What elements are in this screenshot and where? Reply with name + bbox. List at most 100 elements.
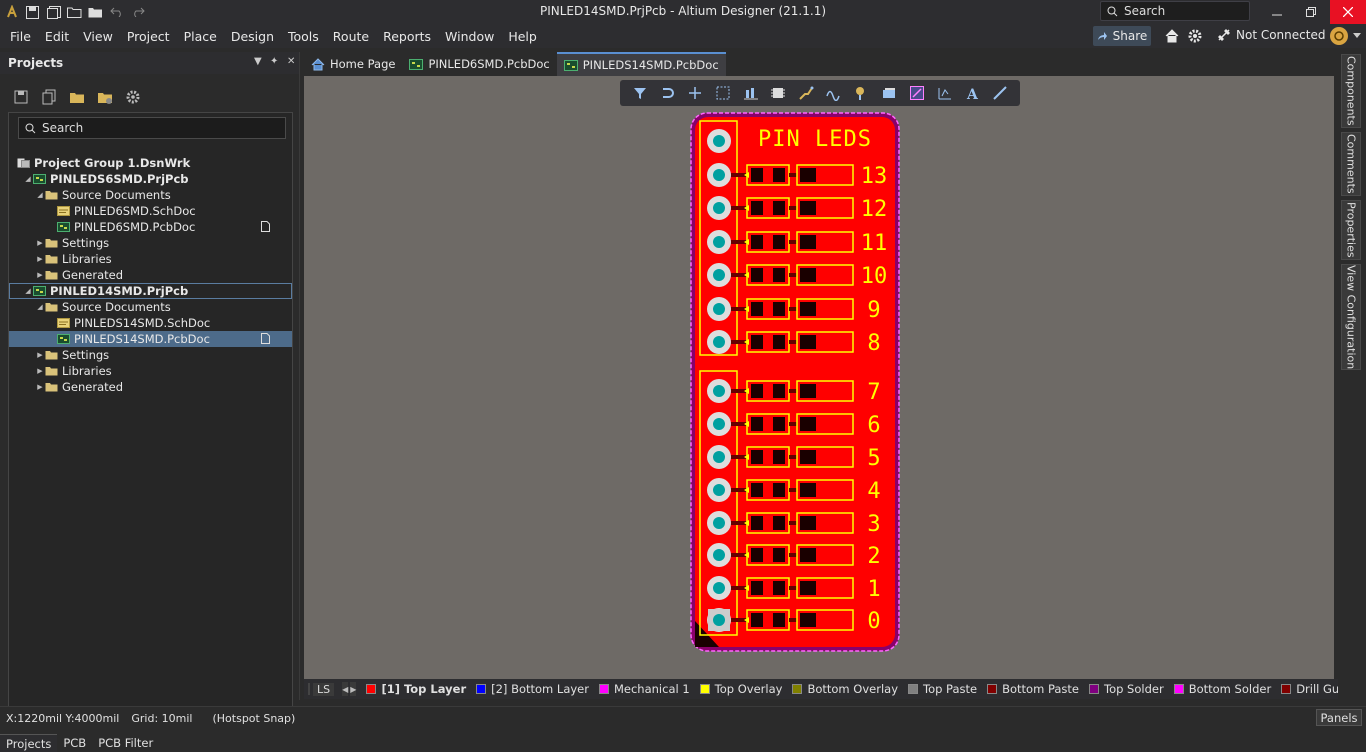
tab-pinled6smd-pcbdoc[interactable]: PINLED6SMD.PcbDoc (402, 52, 557, 76)
comments-panel-tab[interactable]: Comments (1341, 132, 1361, 196)
save-project-icon[interactable] (12, 88, 30, 106)
collapsed-arrow-icon[interactable]: ▶ (35, 239, 45, 247)
gear-icon[interactable] (1187, 28, 1203, 44)
collapsed-arrow-icon[interactable]: ▶ (35, 351, 45, 359)
collapsed-arrow-icon[interactable]: ▶ (35, 271, 45, 279)
snap-magnet-icon[interactable] (660, 85, 676, 101)
layer-tab-bottom-overlay[interactable]: Bottom Overlay (792, 682, 898, 696)
via-icon[interactable] (853, 85, 869, 101)
pin-icon[interactable]: ✦ (270, 56, 282, 68)
tab-projects[interactable]: Projects (0, 734, 58, 752)
projects-search-input[interactable]: Search (18, 117, 286, 139)
open-project-icon[interactable] (88, 5, 103, 20)
view-configuration-panel-tab[interactable]: View Configuration (1341, 264, 1361, 370)
crosshair-icon[interactable] (687, 85, 703, 101)
save-all-icon[interactable] (46, 5, 61, 20)
layer-tab-2-bottom-layer[interactable]: [2] Bottom Layer (476, 682, 589, 696)
polygon-icon[interactable] (881, 85, 897, 101)
collapsed-arrow-icon[interactable]: ▶ (35, 255, 45, 263)
layer-tab-top-overlay[interactable]: Top Overlay (699, 682, 782, 696)
undo-icon[interactable] (109, 5, 124, 20)
pcb-canvas[interactable]: A PIN LEDS 13 12 11 10 9 8 7 6 5 4 3 2 1 0 (304, 76, 1334, 679)
collapsed-arrow-icon[interactable]: ▶ (35, 367, 45, 375)
open-folder-icon[interactable] (68, 88, 86, 106)
menu-reports[interactable]: Reports (376, 29, 438, 44)
menu-window[interactable]: Window (438, 29, 501, 44)
chevron-down-icon[interactable] (1353, 33, 1361, 39)
collapsed-arrow-icon[interactable]: ▶ (35, 383, 45, 391)
tree-item-pinled6smd-schdoc[interactable]: PINLED6SMD.SchDoc (9, 203, 292, 219)
menu-help[interactable]: Help (501, 29, 544, 44)
expanded-arrow-icon[interactable]: ◢ (23, 175, 33, 183)
components-panel-tab[interactable]: Components (1341, 54, 1361, 128)
menu-edit[interactable]: Edit (38, 29, 76, 44)
redo-icon[interactable] (130, 5, 145, 20)
menu-view[interactable]: View (76, 29, 120, 44)
tree-item-pinleds14smd-pcbdoc[interactable]: PINLEDS14SMD.PcbDoc (9, 331, 292, 347)
align-icon[interactable] (743, 85, 759, 101)
layer-prev-icon[interactable]: ◀ (342, 682, 349, 696)
keepout-icon[interactable] (909, 85, 925, 101)
layer-set-button[interactable]: LS (313, 682, 335, 696)
route-icon[interactable] (798, 85, 814, 101)
dimension-icon[interactable] (937, 85, 953, 101)
tab-pinleds14smd-pcbdoc[interactable]: PINLEDS14SMD.PcbDoc (556, 52, 726, 76)
layer-tab-mechanical-1[interactable]: Mechanical 1 (598, 682, 690, 696)
expanded-arrow-icon[interactable]: ◢ (35, 191, 45, 199)
layer-tab-drill-gui[interactable]: Drill Gui (1281, 682, 1342, 696)
menu-place[interactable]: Place (177, 29, 224, 44)
tab-pcb-filter[interactable]: PCB Filter (92, 734, 159, 752)
layer-tab-bottom-solder[interactable]: Bottom Solder (1173, 682, 1271, 696)
tree-item-generated[interactable]: ▶ Generated (9, 379, 292, 395)
line-icon[interactable] (992, 85, 1008, 101)
tree-item-settings[interactable]: ▶ Settings (9, 347, 292, 363)
expanded-arrow-icon[interactable]: ◢ (35, 303, 45, 311)
panels-button[interactable]: Panels (1316, 709, 1362, 726)
gear-icon[interactable] (124, 88, 142, 106)
component-icon[interactable] (770, 85, 786, 101)
home-icon[interactable] (1164, 28, 1180, 44)
tab-pcb[interactable]: PCB (57, 734, 92, 752)
folder-settings-icon[interactable] (96, 88, 114, 106)
tree-item-generated[interactable]: ▶ Generated (9, 267, 292, 283)
properties-panel-tab[interactable]: Properties (1341, 200, 1361, 260)
layer-tab-top-solder[interactable]: Top Solder (1089, 682, 1164, 696)
menu-file[interactable]: File (0, 29, 38, 44)
pcb-board[interactable]: PIN LEDS 131211109876543210 (689, 111, 901, 653)
expanded-arrow-icon[interactable]: ◢ (23, 287, 33, 295)
open-folder-icon[interactable] (67, 5, 82, 20)
connection-status[interactable]: Not Connected (1217, 28, 1325, 42)
text-icon[interactable]: A (964, 85, 980, 101)
panel-close-icon[interactable]: ✕ (287, 56, 299, 68)
share-button[interactable]: Share (1093, 26, 1151, 46)
tree-item-libraries[interactable]: ▶ Libraries (9, 251, 292, 267)
tree-item-settings[interactable]: ▶ Settings (9, 235, 292, 251)
menu-route[interactable]: Route (326, 29, 376, 44)
filter-icon[interactable] (632, 85, 648, 101)
save-icon[interactable] (25, 5, 40, 20)
tree-item-project-group-1-dsnwrk[interactable]: Project Group 1.DsnWrk (9, 155, 292, 171)
tree-item-pinled6smd-pcbdoc[interactable]: PINLED6SMD.PcbDoc (9, 219, 292, 235)
close-button[interactable] (1330, 0, 1366, 24)
tree-item-source-documents[interactable]: ◢ Source Documents (9, 187, 292, 203)
minimize-button[interactable] (1260, 0, 1294, 24)
user-avatar[interactable] (1330, 27, 1348, 45)
current-layer-swatch[interactable] (308, 683, 310, 695)
layer-tab-top-paste[interactable]: Top Paste (908, 682, 977, 696)
diff-pair-icon[interactable] (826, 85, 842, 101)
panel-menu-icon[interactable]: ▼ (254, 56, 266, 68)
global-search-input[interactable]: Search (1100, 1, 1250, 21)
select-rectangle-icon[interactable] (715, 85, 731, 101)
copy-document-icon[interactable] (40, 88, 58, 106)
menu-tools[interactable]: Tools (281, 29, 326, 44)
maximize-button[interactable] (1294, 0, 1328, 24)
layer-tab-bottom-paste[interactable]: Bottom Paste (987, 682, 1079, 696)
menu-project[interactable]: Project (120, 29, 177, 44)
tree-item-pinleds6smd-prjpcb[interactable]: ◢ PINLEDS6SMD.PrjPcb (9, 171, 292, 187)
tab-home-page[interactable]: Home Page (304, 52, 403, 76)
tree-item-pinleds14smd-schdoc[interactable]: PINLEDS14SMD.SchDoc (9, 315, 292, 331)
tree-item-libraries[interactable]: ▶ Libraries (9, 363, 292, 379)
menu-design[interactable]: Design (224, 29, 281, 44)
tree-item-pinled14smd-prjpcb[interactable]: ◢ PINLED14SMD.PrjPcb (9, 283, 292, 299)
tree-item-source-documents[interactable]: ◢ Source Documents (9, 299, 292, 315)
